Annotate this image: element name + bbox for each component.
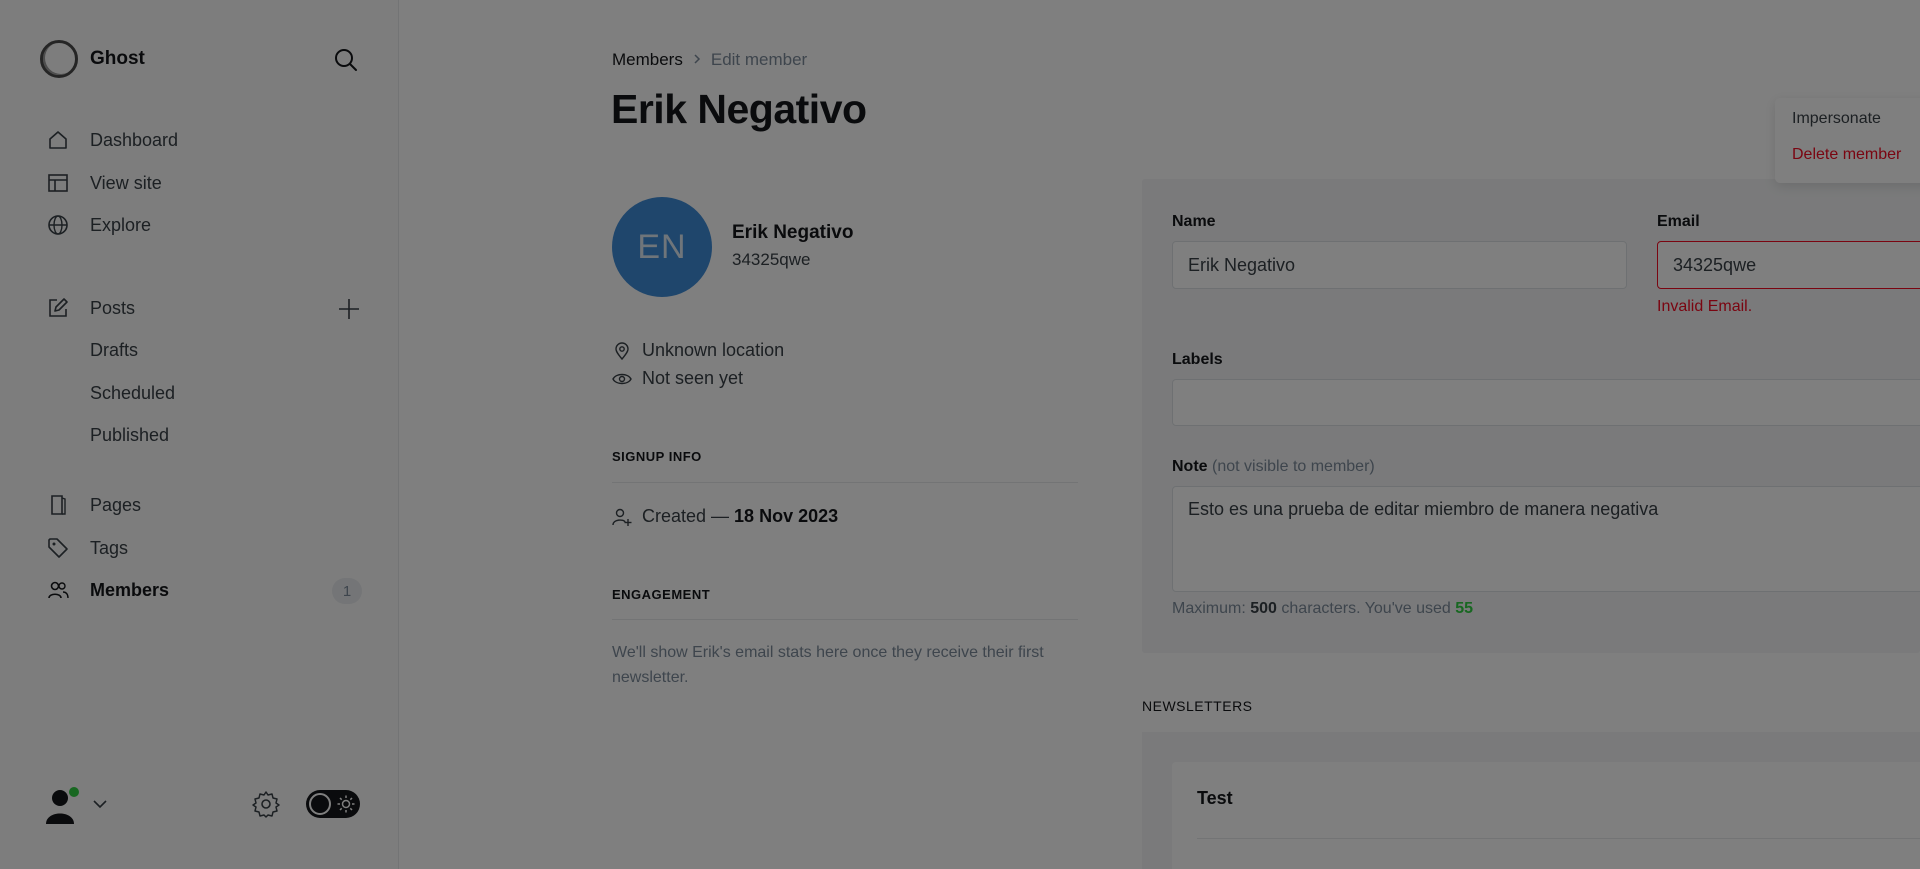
modal-backdrop[interactable] <box>0 0 1920 869</box>
